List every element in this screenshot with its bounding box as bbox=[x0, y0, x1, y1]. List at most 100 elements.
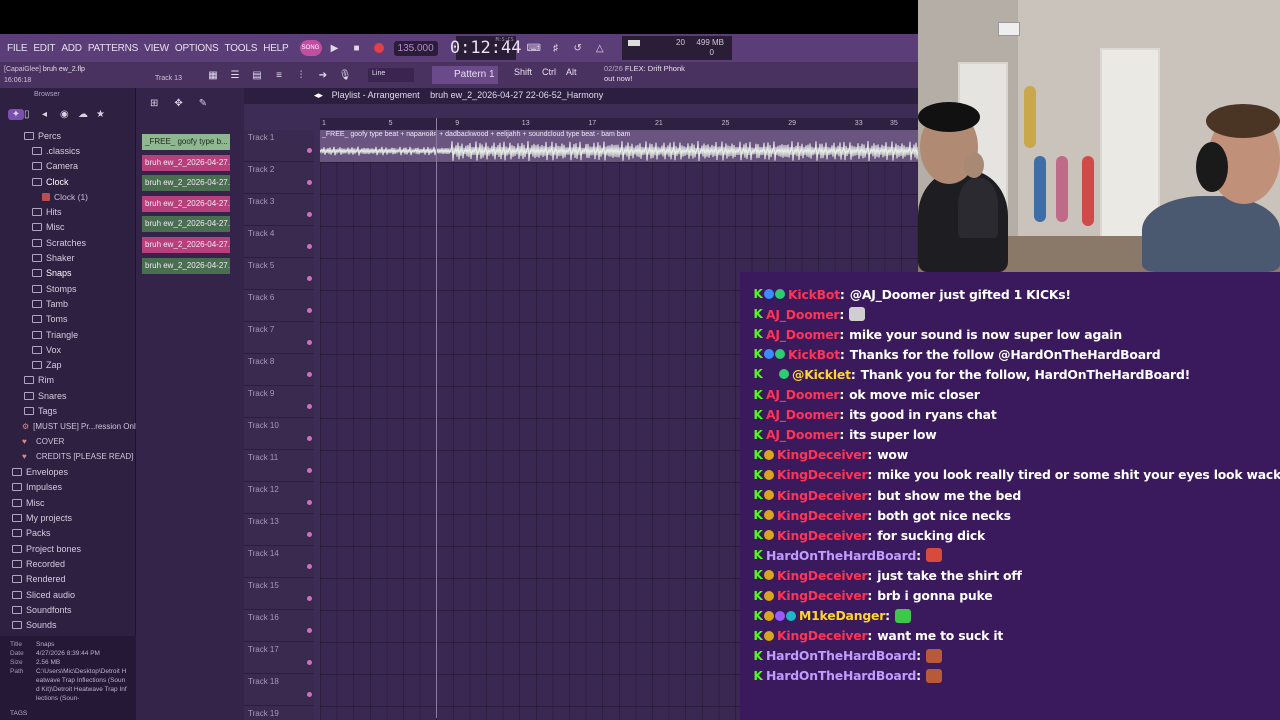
browser-item[interactable]: Triangle bbox=[0, 327, 136, 342]
chat-username[interactable]: KingDeceiver bbox=[777, 528, 868, 543]
track-header[interactable]: Track 10 bbox=[244, 418, 314, 450]
clip-pen-icon[interactable]: ✎ bbox=[199, 98, 207, 109]
clip-source-button[interactable]: bruh ew_2_2026-04-27... bbox=[142, 154, 230, 171]
track-header[interactable]: Track 1 bbox=[244, 130, 314, 162]
chat-username[interactable]: @Kicklet bbox=[792, 367, 851, 382]
browser-item[interactable]: .classics bbox=[0, 143, 136, 158]
track-header[interactable]: Track 3 bbox=[244, 194, 314, 226]
step-edit-icon[interactable]: ♯ bbox=[546, 39, 566, 57]
browser-item[interactable]: Stomps bbox=[0, 281, 136, 296]
track-header[interactable]: Track 8 bbox=[244, 354, 314, 386]
chat-username[interactable]: HardOnTheHardBoard bbox=[766, 548, 916, 563]
track-header[interactable]: Track 4 bbox=[244, 226, 314, 258]
browser-cloud-icon[interactable]: ☁ bbox=[78, 109, 96, 120]
mixer-icon[interactable]: ≡ bbox=[270, 65, 288, 85]
track-mute-led[interactable] bbox=[307, 180, 312, 185]
chat-username[interactable]: KingDeceiver bbox=[777, 447, 868, 462]
microphone-icon[interactable]: 🎙 bbox=[336, 65, 354, 85]
plugin-icon[interactable]: ⫶ bbox=[292, 65, 310, 85]
browser-item[interactable]: Snaps bbox=[0, 266, 136, 281]
browser-item[interactable]: My projects bbox=[0, 510, 136, 525]
menu-patterns[interactable]: PATTERNS bbox=[85, 43, 141, 54]
ctrl-key[interactable]: Ctrl bbox=[542, 67, 556, 77]
chat-username[interactable]: KingDeceiver bbox=[777, 467, 868, 482]
browser-item[interactable]: Misc bbox=[0, 220, 136, 235]
tempo-display[interactable]: 135.000 bbox=[393, 40, 438, 56]
browser-back-icon[interactable]: ◂ bbox=[42, 109, 60, 120]
browser-item[interactable]: ♥ CREDITS [PLEASE READ] bbox=[0, 449, 136, 464]
play-button[interactable]: ▶ bbox=[326, 39, 344, 57]
track-header[interactable]: Track 14 bbox=[244, 546, 314, 578]
menu-options[interactable]: OPTIONS bbox=[172, 43, 222, 54]
pattern-selector[interactable]: Pattern 1 bbox=[432, 66, 498, 84]
stop-button[interactable]: ■ bbox=[348, 39, 366, 57]
metronome-icon[interactable]: △ bbox=[590, 39, 610, 57]
clip-source-button[interactable]: bruh ew_2_2026-04-27... bbox=[142, 216, 230, 233]
chat-username[interactable]: AJ_Doomer bbox=[766, 427, 840, 442]
track-header[interactable]: Track 17 bbox=[244, 642, 314, 674]
chat-username[interactable]: KingDeceiver bbox=[777, 508, 868, 523]
record-button[interactable] bbox=[370, 39, 388, 57]
browser-item[interactable]: Sliced audio bbox=[0, 587, 136, 602]
browser-search-icon[interactable]: ◉ bbox=[60, 109, 78, 120]
menu-tools[interactable]: TOOLS bbox=[221, 43, 260, 54]
browser-item[interactable]: Zap bbox=[0, 357, 136, 372]
browser-item[interactable]: Envelopes bbox=[0, 465, 136, 480]
track-mute-led[interactable] bbox=[307, 436, 312, 441]
news-hint[interactable]: 02/26 FLEX: Drift Phonk out now! bbox=[604, 64, 685, 84]
browser-item[interactable]: Vox bbox=[0, 342, 136, 357]
chat-username[interactable]: HardOnTheHardBoard bbox=[766, 648, 916, 663]
track-mute-led[interactable] bbox=[307, 628, 312, 633]
track-mute-led[interactable] bbox=[307, 532, 312, 537]
chat-username[interactable]: M1keDanger bbox=[799, 608, 885, 623]
browser-item[interactable]: Misc bbox=[0, 495, 136, 510]
piano-roll-icon[interactable]: ▤ bbox=[248, 65, 266, 85]
track-mute-led[interactable] bbox=[307, 596, 312, 601]
track-header[interactable]: Track 9 bbox=[244, 386, 314, 418]
track-mute-led[interactable] bbox=[307, 372, 312, 377]
clip-source-button[interactable]: bruh ew_2_2026-04-27... bbox=[142, 257, 230, 274]
menu-help[interactable]: HELP bbox=[260, 43, 291, 54]
playlist-arrow-icon[interactable]: ◂▸ bbox=[314, 90, 323, 100]
track-header[interactable]: Track 16 bbox=[244, 610, 314, 642]
browser-item[interactable]: Hits bbox=[0, 204, 136, 219]
track-mute-led[interactable] bbox=[307, 340, 312, 345]
clip-audio-icon[interactable]: ⊞ bbox=[150, 98, 158, 109]
menu-edit[interactable]: EDIT bbox=[30, 43, 58, 54]
track-header[interactable]: Track 7 bbox=[244, 322, 314, 354]
browser-item[interactable]: Clock (1) bbox=[0, 189, 136, 204]
clip-source-button[interactable]: _FREE_ goofy type b... bbox=[142, 134, 230, 150]
track-mute-led[interactable] bbox=[307, 308, 312, 313]
browser-item[interactable]: Rim bbox=[0, 373, 136, 388]
browser-item[interactable]: Recorded bbox=[0, 556, 136, 571]
time-ruler[interactable]: 1 5 9 13 17 21 25 29 33 35 bbox=[320, 118, 918, 130]
browser-item[interactable]: Percs bbox=[0, 128, 136, 143]
track-mute-led[interactable] bbox=[307, 276, 312, 281]
playlist-pattern[interactable]: bruh ew_2_2026-04-27 22-06-52_Harmony bbox=[430, 90, 603, 100]
track-mute-led[interactable] bbox=[307, 212, 312, 217]
browser-item[interactable]: ♥ COVER bbox=[0, 434, 136, 449]
chat-username[interactable]: AJ_Doomer bbox=[766, 407, 840, 422]
clip-move-icon[interactable]: ✥ bbox=[174, 98, 182, 109]
chat-username[interactable]: AJ_Doomer bbox=[766, 327, 840, 342]
track-header[interactable]: Track 15 bbox=[244, 578, 314, 610]
browser-item[interactable]: Project bones bbox=[0, 541, 136, 556]
browser-all-icon[interactable]: ✦ bbox=[8, 108, 24, 120]
track-mute-led[interactable] bbox=[307, 404, 312, 409]
track-header[interactable]: Track 11 bbox=[244, 450, 314, 482]
chat-username[interactable]: AJ_Doomer bbox=[766, 307, 840, 322]
alt-key[interactable]: Alt bbox=[566, 67, 577, 77]
chat-username[interactable]: KickBot bbox=[788, 347, 840, 362]
menu-file[interactable]: FILE bbox=[4, 43, 30, 54]
browser-star-icon[interactable]: ★ bbox=[96, 109, 114, 120]
pat-song-toggle[interactable]: SONG bbox=[299, 40, 322, 56]
browser-files-icon[interactable]: ▯ bbox=[24, 109, 42, 120]
chat-username[interactable]: KingDeceiver bbox=[777, 568, 868, 583]
chat-username[interactable]: KickBot bbox=[788, 287, 840, 302]
arrow-icon[interactable]: ➔ bbox=[314, 65, 332, 85]
typing-keyboard-icon[interactable]: ⌨ bbox=[524, 39, 544, 57]
browser-item[interactable]: Tamb bbox=[0, 296, 136, 311]
playhead[interactable] bbox=[436, 118, 437, 718]
browser-item[interactable]: ⚙ [MUST USE] Pr...ression Only bbox=[0, 419, 140, 434]
browser-item[interactable]: Tags bbox=[0, 403, 136, 418]
